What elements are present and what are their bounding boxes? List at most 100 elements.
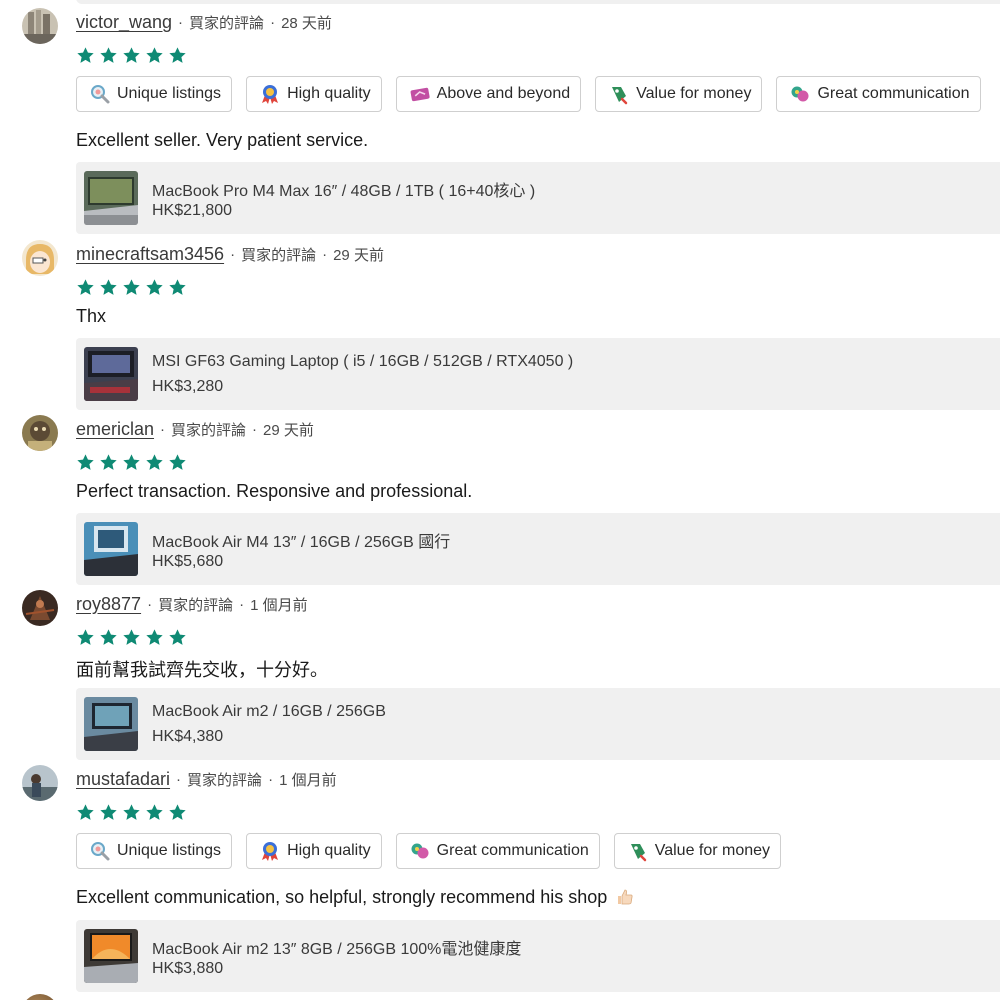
review-comment: Excellent seller. Very patient service. — [76, 130, 369, 150]
product-title: MacBook Air M4 13″ / 16GB / 256GB 國行 — [152, 534, 451, 551]
compliment-tags: Unique listings High quality Great commu… — [76, 833, 782, 869]
review-header: roy8877 · 買家的評論 · 1 個月前 — [76, 592, 308, 616]
avatar[interactable] — [22, 240, 58, 276]
review-header: mustafadari · 買家的評論 · 1 個月前 — [76, 767, 337, 791]
review-comment-text: Excellent communication, so helpful, str… — [76, 887, 608, 907]
separator-dot: · — [147, 595, 153, 613]
product-card[interactable]: MacBook Pro M4 Max 16″ / 48GB / 1TB ( 16… — [76, 162, 1000, 234]
star-icon — [169, 454, 186, 470]
review-comment: Thx — [76, 306, 107, 326]
reviewer-username[interactable]: emericlan — [76, 419, 154, 440]
review-comment: 面前幫我試齊先交收，十分好。 — [76, 660, 328, 680]
star-icon — [169, 804, 186, 820]
separator-dot: · — [230, 245, 236, 263]
magnifier-icon — [89, 83, 111, 105]
product-card[interactable]: MacBook Air m2 / 16GB / 256GB HK$4,380 — [76, 688, 1000, 760]
star-rating — [76, 453, 187, 473]
separator-dot: · — [178, 13, 184, 31]
review-comment: Excellent communication, so helpful, str… — [76, 887, 634, 908]
star-icon — [77, 804, 94, 820]
product-thumbnail — [84, 522, 138, 576]
reviewer-username[interactable]: victor_wang — [76, 12, 172, 33]
star-rating — [76, 278, 187, 298]
star-icon — [77, 279, 94, 295]
star-rating — [76, 803, 187, 823]
product-thumbnail — [84, 171, 138, 225]
award-ribbon-icon — [259, 83, 281, 105]
review-comment: Perfect transaction. Responsive and prof… — [76, 481, 473, 501]
review-type: 買家的評論 — [158, 596, 234, 614]
separator-dot: · — [176, 770, 182, 788]
tag-label: Value for money — [654, 842, 771, 859]
star-icon — [123, 279, 140, 295]
star-icon — [77, 454, 94, 470]
tag-unique-listings[interactable]: Unique listings — [76, 76, 233, 112]
product-title: MacBook Air m2 13″ 8GB / 256GB 100%電池健康度 — [152, 941, 522, 958]
product-title: MSI GF63 Gaming Laptop ( i5 / 16GB / 512… — [152, 353, 574, 370]
tag-unique-listings[interactable]: Unique listings — [76, 833, 233, 869]
review-header: minecraftsam3456 · 買家的評論 · 29 天前 — [76, 242, 384, 266]
product-title: MacBook Pro M4 Max 16″ / 48GB / 1TB ( 16… — [152, 183, 536, 200]
tag-label: Great communication — [436, 842, 589, 859]
product-price: HK$21,800 — [152, 202, 233, 219]
next-review-avatar — [22, 994, 58, 1000]
star-icon — [123, 804, 140, 820]
review-time: 1 個月前 — [250, 596, 308, 614]
tag-high-quality[interactable]: High quality — [246, 833, 382, 869]
tag-label: Unique listings — [117, 85, 222, 102]
star-icon — [123, 454, 140, 470]
star-icon — [77, 47, 94, 63]
tag-high-quality[interactable]: High quality — [246, 76, 382, 112]
avatar[interactable] — [22, 765, 58, 801]
star-icon — [169, 629, 186, 645]
star-icon — [146, 629, 163, 645]
star-icon — [146, 47, 163, 63]
tag-above-and-beyond[interactable]: Above and beyond — [395, 76, 582, 112]
star-rating — [76, 46, 187, 66]
review-type: 買家的評論 — [187, 771, 263, 789]
product-price: HK$5,680 — [152, 553, 224, 570]
star-icon — [100, 629, 117, 645]
avatar[interactable] — [22, 415, 58, 451]
avatar[interactable] — [22, 590, 58, 626]
separator-dot: · — [270, 13, 276, 31]
separator-dot: · — [322, 245, 328, 263]
review-time: 1 個月前 — [279, 771, 337, 789]
star-icon — [123, 47, 140, 63]
star-icon — [169, 47, 186, 63]
star-rating — [76, 628, 187, 648]
tag-great-communication[interactable]: Great communication — [776, 76, 981, 112]
money-tag-icon — [608, 83, 630, 105]
tag-value-for-money[interactable]: Value for money — [613, 833, 782, 869]
star-icon — [100, 279, 117, 295]
money-tag-icon — [627, 840, 649, 862]
product-card[interactable]: MacBook Air M4 13″ / 16GB / 256GB 國行 HK$… — [76, 513, 1000, 585]
tag-label: Unique listings — [117, 842, 222, 859]
product-title: MacBook Air m2 / 16GB / 256GB — [152, 703, 386, 720]
star-icon — [77, 629, 94, 645]
review-time: 29 天前 — [333, 246, 384, 264]
thumbs-up-icon — [616, 888, 634, 906]
avatar[interactable] — [22, 8, 58, 44]
review-time: 29 天前 — [263, 421, 314, 439]
reviewer-username[interactable]: roy8877 — [76, 594, 141, 615]
star-icon — [169, 279, 186, 295]
previous-product-card-edge — [76, 0, 1000, 4]
product-thumbnail — [84, 929, 138, 983]
product-card[interactable]: MacBook Air m2 13″ 8GB / 256GB 100%電池健康度… — [76, 920, 1000, 992]
tag-great-communication[interactable]: Great communication — [395, 833, 600, 869]
tag-label: High quality — [287, 842, 371, 859]
reviewer-username[interactable]: mustafadari — [76, 769, 170, 790]
award-ribbon-icon — [259, 840, 281, 862]
reviewer-username[interactable]: minecraftsam3456 — [76, 244, 224, 265]
review-type: 買家的評論 — [189, 14, 265, 32]
product-card[interactable]: MSI GF63 Gaming Laptop ( i5 / 16GB / 512… — [76, 338, 1000, 410]
product-thumbnail — [84, 697, 138, 751]
separator-dot: · — [268, 770, 274, 788]
separator-dot: · — [239, 595, 245, 613]
chat-bubbles-icon — [409, 840, 431, 862]
tag-value-for-money[interactable]: Value for money — [595, 76, 763, 112]
star-icon — [100, 804, 117, 820]
reviews-page: victor_wang · 買家的評論 · 28 天前 Unique listi… — [0, 0, 1000, 1000]
star-icon — [146, 279, 163, 295]
